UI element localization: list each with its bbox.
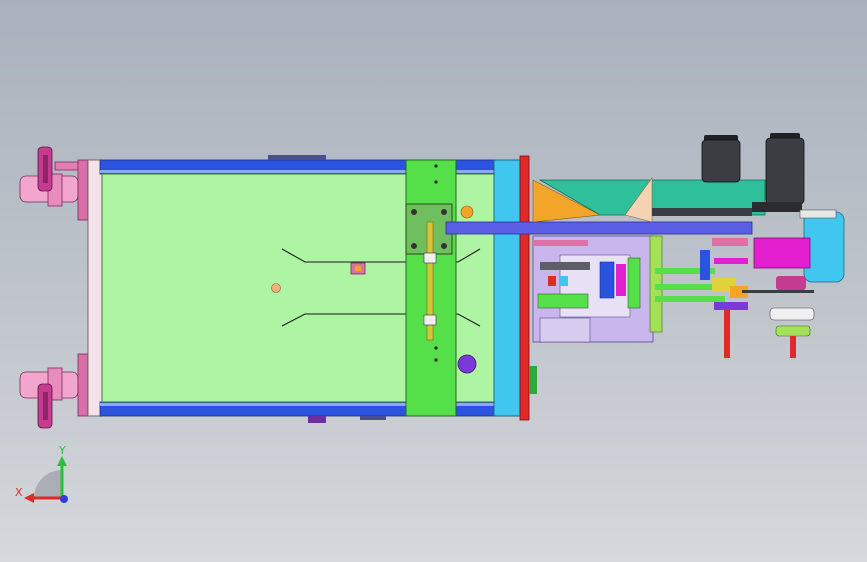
triad-y-arrow: [57, 456, 67, 466]
motor-right-body: [765, 137, 805, 205]
drive-shaft-left: [724, 310, 730, 358]
reducer-shaft: [790, 336, 796, 358]
reducer-pulley-1: [776, 276, 806, 290]
plate-hole-4: [434, 358, 438, 362]
gearbox-lower-panel: [539, 317, 591, 343]
slide-block-screw-2: [441, 209, 447, 215]
reducer-pulley-2: [769, 307, 815, 321]
frame-small-tab-top: [268, 155, 326, 160]
push-rod: [445, 221, 753, 235]
end-plate-cyan: [493, 159, 521, 417]
frame-small-tab-bottom-2: [360, 416, 386, 420]
slide-block-screw-4: [441, 243, 447, 249]
side-post-top: [77, 159, 89, 221]
lead-screw-nut-upper: [423, 252, 437, 264]
slide-block-screw-3: [411, 243, 417, 249]
coordinate-triad: Y X: [15, 444, 68, 503]
motor-right-flange: [752, 202, 802, 212]
frame-small-tab-bottom: [308, 416, 326, 423]
plate-hole-1: [434, 164, 438, 168]
pulley-stack-left: [712, 238, 748, 246]
triad-quarter-disc: [34, 470, 62, 498]
reducer-cap: [799, 209, 837, 219]
gearbox-green-bar: [537, 293, 589, 309]
center-marker-dot: [355, 266, 361, 271]
reducer-belt-line: [742, 290, 814, 293]
frame-left-rail: [87, 159, 103, 417]
wheel-hub-top: [43, 155, 48, 183]
gear-block-green: [627, 257, 641, 309]
gear-reducer: [742, 209, 845, 358]
plate-hole-2: [434, 180, 438, 184]
motor-left: [701, 135, 741, 183]
shaft-green-2: [655, 284, 715, 290]
side-post-bottom: [77, 353, 89, 417]
small-gear-cyan: [560, 276, 568, 286]
pulley-stack-left-3: [714, 302, 748, 310]
table-pin: [271, 283, 281, 293]
shaft-green-3: [655, 296, 725, 302]
slide-block-screw-1: [411, 209, 417, 215]
triad-x-arrow: [24, 493, 34, 503]
cad-viewport[interactable]: Y X: [0, 0, 867, 562]
adjust-knob-purple: [457, 354, 477, 374]
adjust-knob-orange: [460, 205, 474, 219]
gearbox-pink-strip: [533, 240, 588, 246]
drive-assembly: [532, 177, 766, 358]
shaft-connector-blue: [700, 250, 710, 280]
slide-plate: [405, 159, 457, 417]
end-plate-red: [519, 155, 530, 421]
triad-x-label: X: [15, 486, 23, 499]
motor-left-body: [701, 139, 741, 183]
gearbox-dark-bar: [540, 262, 590, 270]
hopper-dark-bar: [652, 208, 752, 216]
triad-y-label: Y: [58, 444, 66, 457]
triad-z-origin: [60, 495, 68, 503]
reducer-pulley-3: [775, 325, 811, 337]
wheel-assembly-bottom: [19, 353, 89, 429]
gear-block-magenta: [616, 264, 626, 296]
plate-hole-3: [434, 346, 438, 350]
pulley-stack-left-2: [714, 258, 748, 264]
end-plate-green-nub: [529, 366, 537, 394]
lead-screw-nut-lower: [423, 314, 437, 326]
wheel-hub-bottom: [43, 392, 48, 420]
wheel-assembly-top: [19, 146, 89, 221]
small-gear-red: [548, 276, 556, 286]
reducer-magenta-block: [753, 237, 811, 269]
gear-block-blue: [599, 261, 615, 299]
